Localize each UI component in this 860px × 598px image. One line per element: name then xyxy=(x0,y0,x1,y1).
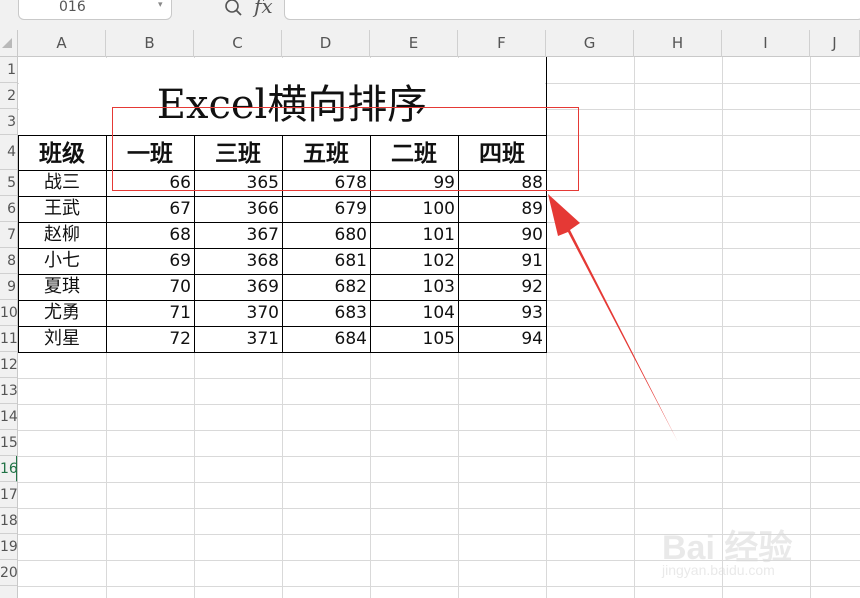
value-cell[interactable]: 94 xyxy=(458,326,546,352)
row-header-20[interactable]: 20 xyxy=(0,560,17,586)
value-cell[interactable]: 104 xyxy=(370,300,458,326)
row-header-7[interactable]: 7 xyxy=(0,222,17,248)
row-header-8[interactable]: 8 xyxy=(0,248,17,274)
value-cell[interactable]: 103 xyxy=(370,274,458,300)
name-cell[interactable]: 赵柳 xyxy=(18,222,106,248)
name-cell[interactable]: 刘星 xyxy=(18,326,106,352)
value-cell[interactable]: 102 xyxy=(370,248,458,274)
value-cell[interactable]: 89 xyxy=(458,196,546,222)
column-header-g[interactable]: G xyxy=(546,30,634,57)
table-border xyxy=(18,352,547,353)
value-cell[interactable]: 100 xyxy=(370,196,458,222)
value-cell[interactable]: 68 xyxy=(106,222,194,248)
value-cell[interactable]: 680 xyxy=(282,222,370,248)
row-header-18[interactable]: 18 xyxy=(0,508,17,534)
table-border xyxy=(18,135,19,352)
value-cell[interactable]: 371 xyxy=(194,326,282,352)
gridline-horizontal xyxy=(18,586,860,587)
row-header-5[interactable]: 5 xyxy=(0,170,17,196)
row-header-13[interactable]: 13 xyxy=(0,378,17,404)
value-cell[interactable]: 369 xyxy=(194,274,282,300)
column-header-j[interactable]: J xyxy=(810,30,860,57)
value-cell[interactable]: 366 xyxy=(194,196,282,222)
value-cell[interactable]: 72 xyxy=(106,326,194,352)
value-cell[interactable]: 92 xyxy=(458,274,546,300)
gridline-horizontal xyxy=(18,404,860,405)
column-header-c[interactable]: C xyxy=(194,30,282,57)
value-cell[interactable]: 679 xyxy=(282,196,370,222)
value-cell[interactable]: 683 xyxy=(282,300,370,326)
zoom-icon[interactable] xyxy=(224,0,246,16)
value-cell[interactable]: 93 xyxy=(458,300,546,326)
column-header-row: ABCDEFGHIJ xyxy=(0,30,860,57)
row-header-column: 1 2 3 4 5 6 7 8 9 10 11 12 13 14 15 16 17 18 19 20 xyxy=(0,57,18,598)
value-cell[interactable]: 69 xyxy=(106,248,194,274)
value-cell[interactable]: 101 xyxy=(370,222,458,248)
fx-icon[interactable]: fx xyxy=(254,0,273,18)
value-cell[interactable]: 681 xyxy=(282,248,370,274)
row-header-2[interactable]: 2 xyxy=(0,83,17,109)
value-cell[interactable]: 70 xyxy=(106,274,194,300)
row-header-19[interactable]: 19 xyxy=(0,534,17,560)
row-header-1[interactable]: 1 xyxy=(0,57,17,83)
select-all-icon xyxy=(2,38,12,48)
watermark-url: jingyan.baidu.com xyxy=(662,562,775,578)
highlight-box xyxy=(112,107,579,191)
column-header-i[interactable]: I xyxy=(722,30,810,57)
value-cell[interactable]: 368 xyxy=(194,248,282,274)
row-header-14[interactable]: 14 xyxy=(0,404,17,430)
row-header-11[interactable]: 11 xyxy=(0,326,17,352)
gridline-horizontal xyxy=(18,430,860,431)
arrow-shape xyxy=(548,194,678,442)
column-header-d[interactable]: D xyxy=(282,30,370,57)
name-cell[interactable]: 夏琪 xyxy=(18,274,106,300)
row-header-3[interactable]: 3 xyxy=(0,109,17,135)
value-cell[interactable]: 105 xyxy=(370,326,458,352)
gridline-horizontal xyxy=(18,378,860,379)
value-cell[interactable]: 367 xyxy=(194,222,282,248)
arrow-annotation xyxy=(548,194,678,442)
table-border xyxy=(106,135,107,352)
column-header-h[interactable]: H xyxy=(634,30,722,57)
name-box[interactable]: 016 xyxy=(18,0,172,20)
value-cell[interactable]: 91 xyxy=(458,248,546,274)
row-header-10[interactable]: 10 xyxy=(0,300,17,326)
name-cell[interactable]: 战三 xyxy=(18,170,106,196)
name-cell[interactable]: 王武 xyxy=(18,196,106,222)
row-header-12[interactable]: 12 xyxy=(0,352,17,378)
column-header-f[interactable]: F xyxy=(458,30,546,57)
row-header-15[interactable]: 15 xyxy=(0,430,17,456)
row-header-6[interactable]: 6 xyxy=(0,196,17,222)
value-cell[interactable]: 684 xyxy=(282,326,370,352)
column-header-a[interactable]: A xyxy=(18,30,106,57)
value-cell[interactable]: 370 xyxy=(194,300,282,326)
column-header-b[interactable]: B xyxy=(106,30,194,57)
row-header-17[interactable]: 17 xyxy=(0,482,17,508)
header-cell[interactable]: 班级 xyxy=(18,136,106,171)
value-cell[interactable]: 682 xyxy=(282,274,370,300)
row-header-9[interactable]: 9 xyxy=(0,274,17,300)
value-cell[interactable]: 67 xyxy=(106,196,194,222)
formula-input[interactable] xyxy=(284,0,860,20)
value-cell[interactable]: 71 xyxy=(106,300,194,326)
gridline-horizontal xyxy=(18,482,860,483)
baidu-watermark: Bai 经验 jingyan.baidu.com xyxy=(658,506,828,584)
column-header-e[interactable]: E xyxy=(370,30,458,57)
name-cell[interactable]: 尤勇 xyxy=(18,300,106,326)
name-cell[interactable]: 小七 xyxy=(18,248,106,274)
row-header-16[interactable]: 16 xyxy=(0,456,17,482)
chevron-down-icon[interactable]: ▾ xyxy=(158,0,163,10)
gridline-horizontal xyxy=(18,456,860,457)
row-header-4[interactable]: 4 xyxy=(0,135,17,170)
value-cell[interactable]: 90 xyxy=(458,222,546,248)
